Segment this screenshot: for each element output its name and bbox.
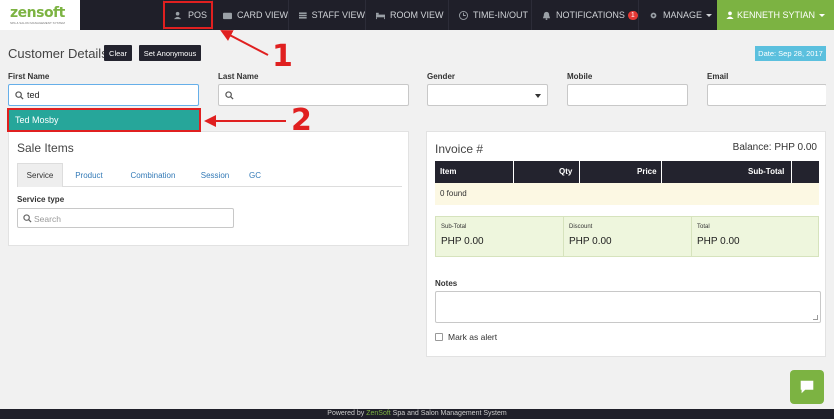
col-divider (791, 161, 792, 183)
nav-staff-view[interactable]: STAFF VIEW (288, 0, 365, 30)
chevron-down-icon (706, 13, 713, 17)
resize-grip-icon[interactable] (813, 315, 818, 320)
col-qty: Qty (559, 167, 573, 176)
last-name-field[interactable] (218, 84, 409, 106)
user-icon (726, 11, 734, 19)
invoice-panel: Invoice # Balance: PHP 0.00 Item Qty Pri… (426, 131, 826, 357)
top-navbar: zensoft SPA & SALON MANAGEMENT SYSTEM PO… (0, 0, 834, 30)
first-name-value: ted (27, 90, 40, 100)
mobile-field[interactable] (567, 84, 688, 106)
search-icon (23, 214, 32, 223)
set-anonymous-button[interactable]: Set Anonymous (139, 45, 201, 61)
subtotal-label: Sub-Total (441, 224, 467, 230)
mark-as-alert-checkbox[interactable] (435, 333, 443, 341)
subtotal-value: PHP 0.00 (441, 236, 484, 247)
col-divider (579, 161, 580, 183)
nav-room-view[interactable]: ROOM VIEW (365, 0, 448, 30)
sale-items-title: Sale Items (17, 141, 74, 155)
annotation-highlight-pos (163, 1, 213, 29)
subtotal-cell: Sub-Total PHP 0.00 (436, 217, 563, 256)
sale-tabs: Service Product Combination Session GC (17, 163, 402, 187)
gender-select[interactable] (427, 84, 548, 106)
chat-bubble-icon (800, 380, 814, 394)
date-badge: Date: Sep 28, 2017 (755, 46, 826, 61)
grid-icon (299, 11, 307, 19)
nav-notifications-label: NOTIFICATIONS (556, 10, 625, 20)
chevron-down-icon (819, 13, 825, 17)
totals-box: Sub-Total PHP 0.00 Discount PHP 0.00 Tot… (435, 216, 819, 257)
discount-value: PHP 0.00 (569, 236, 612, 247)
customer-details-title: Customer Details (8, 46, 108, 61)
nav-staff-view-label: STAFF VIEW (311, 10, 365, 20)
caret-down-icon (535, 94, 541, 98)
total-cell: Total PHP 0.00 (692, 217, 818, 256)
page-scrollbar[interactable] (826, 30, 834, 409)
discount-cell: Discount PHP 0.00 (564, 217, 691, 256)
nav-manage-label: MANAGE (663, 10, 703, 20)
invoice-empty-row: 0 found (435, 183, 819, 205)
total-label: Total (697, 224, 710, 230)
tab-combination[interactable]: Combination (123, 163, 183, 187)
col-subtotal: Sub-Total (748, 167, 785, 176)
gender-label: Gender (427, 72, 456, 81)
annotation-arrow-1 (220, 30, 269, 56)
nav-time-in-out[interactable]: TIME-IN/OUT (448, 0, 531, 30)
col-divider (513, 161, 514, 183)
first-name-label: First Name (8, 72, 50, 81)
annotation-step-1: 1 (272, 39, 293, 74)
bed-icon (376, 12, 385, 19)
last-name-label: Last Name (218, 72, 259, 81)
service-search-placeholder: Search (34, 214, 61, 224)
annotation-step-2: 2 (291, 103, 312, 138)
search-icon (225, 91, 234, 100)
clear-button[interactable]: Clear (104, 45, 132, 61)
gear-icon (650, 12, 657, 18)
service-search-input[interactable]: Search (17, 208, 234, 228)
nav-time-in-out-label: TIME-IN/OUT (473, 10, 528, 20)
annotation-highlight-suggestion (7, 108, 201, 132)
tab-session[interactable]: Session (193, 163, 237, 187)
col-price: Price (637, 167, 657, 176)
bell-icon (542, 11, 551, 20)
mark-as-alert-label: Mark as alert (448, 332, 498, 342)
nav-notifications[interactable]: NOTIFICATIONS 1 (531, 0, 638, 30)
first-name-field[interactable]: ted (8, 84, 199, 106)
tab-gc[interactable]: GC (243, 163, 267, 187)
zensoft-logo[interactable]: zensoft SPA & SALON MANAGEMENT SYSTEM (0, 0, 80, 30)
invoice-balance: Balance: PHP 0.00 (732, 142, 817, 153)
logo-text: zensoft (10, 5, 65, 21)
user-name: KENNETH SYTIAN (736, 10, 815, 20)
notification-count-badge: 1 (627, 10, 638, 20)
discount-label: Discount (569, 224, 593, 230)
invoice-title: Invoice # (435, 142, 484, 156)
mobile-label: Mobile (567, 72, 593, 81)
card-icon (223, 12, 232, 19)
email-field[interactable] (707, 84, 827, 106)
col-item: Item (440, 167, 457, 176)
search-icon (15, 91, 24, 100)
notes-textarea[interactable] (435, 291, 821, 323)
chat-button[interactable] (790, 370, 824, 404)
sale-items-panel: Sale Items Service Product Combination S… (8, 131, 409, 246)
email-label: Email (707, 72, 729, 81)
user-menu[interactable]: KENNETH SYTIAN (717, 0, 834, 30)
total-value: PHP 0.00 (697, 236, 740, 247)
service-type-label: Service type (17, 195, 65, 204)
footer-prefix: Powered by (327, 410, 367, 417)
nav-card-view[interactable]: CARD VIEW (212, 0, 288, 30)
tab-service[interactable]: Service (17, 163, 63, 187)
footer-suffix: Spa and Salon Management System (390, 410, 507, 417)
nav-room-view-label: ROOM VIEW (390, 10, 444, 20)
notes-label: Notes (435, 279, 458, 288)
footer: Powered by ZenSoft Spa and Salon Managem… (0, 409, 834, 419)
tab-product[interactable]: Product (69, 163, 109, 187)
nav-card-view-label: CARD VIEW (236, 10, 288, 20)
logo-tagline: SPA & SALON MANAGEMENT SYSTEM (10, 21, 65, 25)
clock-icon (459, 10, 468, 20)
footer-brand-link[interactable]: ZenSoft (366, 410, 391, 417)
nav-manage[interactable]: MANAGE (638, 0, 717, 30)
col-divider (661, 161, 662, 183)
invoice-table-header: Item Qty Price Sub-Total (435, 161, 819, 183)
